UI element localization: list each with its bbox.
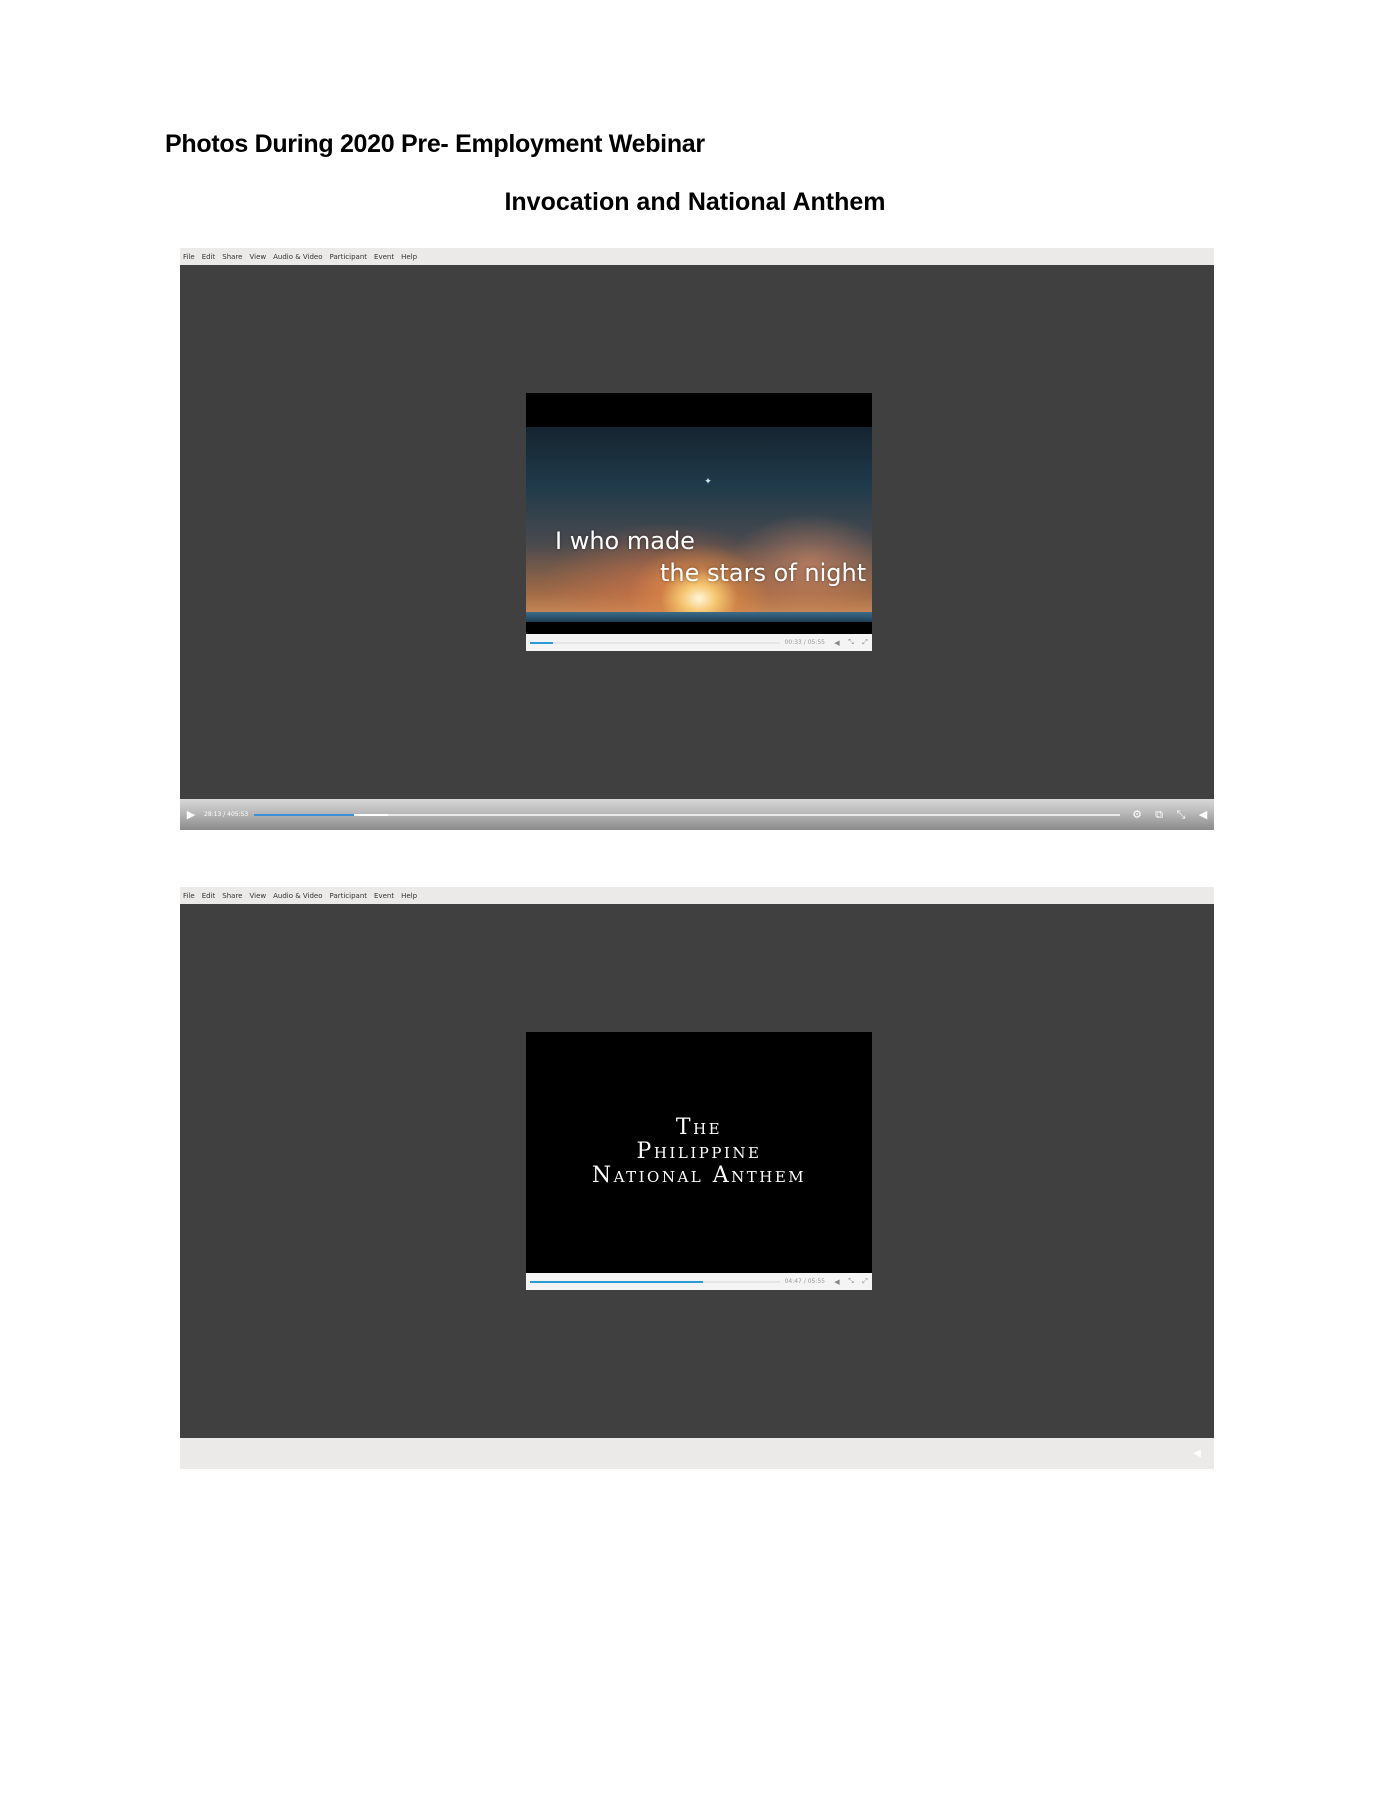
- menu-help[interactable]: Help: [401, 892, 417, 900]
- menu-view[interactable]: View: [249, 253, 266, 261]
- exit-fullscreen-icon[interactable]: ⤡: [844, 1277, 858, 1286]
- volume-icon[interactable]: ◀: [1186, 1448, 1208, 1459]
- recording-playback-bar: ▶ 28:13 / 405:53 ⚙ ⧉ ⤡ ◀: [180, 799, 1214, 830]
- anthem-title-card: The Philippine National Anthem: [526, 1116, 872, 1188]
- video-time: 04:47 / 05:55: [784, 1278, 825, 1285]
- play-icon[interactable]: ▶: [180, 808, 202, 821]
- menu-event[interactable]: Event: [374, 253, 394, 261]
- video-frame-starlight: ✦ I who made the stars of night: [526, 427, 872, 622]
- anthem-title-line-1: The: [675, 1115, 723, 1140]
- picture-in-picture-icon[interactable]: ⧉: [1148, 808, 1170, 822]
- recording-time: 28:13 / 405:53: [204, 811, 249, 818]
- menu-share[interactable]: Share: [222, 253, 242, 261]
- webinar-screenshot-invocation: File Edit Share View Audio & Video Parti…: [180, 248, 1214, 830]
- shared-video-player[interactable]: ✦ I who made the stars of night 00:33 / …: [526, 393, 872, 651]
- video-progress-fill: [530, 641, 553, 644]
- volume-icon[interactable]: ◀: [830, 1278, 844, 1286]
- document-subtitle: Invocation and National Anthem: [504, 188, 886, 216]
- video-progress-fill: [530, 1280, 703, 1283]
- recording-buffer: [353, 813, 389, 816]
- star-icon: ✦: [704, 476, 712, 486]
- expand-icon[interactable]: ⤢: [858, 1277, 872, 1286]
- menu-participant[interactable]: Participant: [330, 253, 367, 261]
- menu-bar: File Edit Share View Audio & Video Parti…: [180, 887, 1214, 904]
- menu-bar: File Edit Share View Audio & Video Parti…: [180, 248, 1214, 265]
- expand-icon[interactable]: ⤢: [858, 638, 872, 647]
- menu-edit[interactable]: Edit: [202, 253, 216, 261]
- document-title: Photos During 2020 Pre- Employment Webin…: [165, 130, 705, 158]
- recording-playback-bar: ◀: [180, 1438, 1214, 1469]
- menu-file[interactable]: File: [183, 253, 195, 261]
- exit-fullscreen-icon[interactable]: ⤡: [844, 638, 858, 647]
- lyric-line-2: the stars of night: [660, 559, 867, 587]
- exit-fullscreen-icon[interactable]: ⤡: [1170, 808, 1192, 822]
- video-progress-bar[interactable]: [530, 641, 780, 644]
- video-time: 00:33 / 05:55: [784, 639, 825, 646]
- recording-progress-fill: [254, 813, 354, 816]
- video-progress-bar[interactable]: [530, 1280, 780, 1283]
- horizon: [526, 612, 872, 622]
- menu-participant[interactable]: Participant: [330, 892, 367, 900]
- menu-audio-video[interactable]: Audio & Video: [273, 892, 322, 900]
- shared-video-player[interactable]: The Philippine National Anthem 04:47 / 0…: [526, 1032, 872, 1290]
- menu-view[interactable]: View: [249, 892, 266, 900]
- anthem-title-line-2: Philippine: [636, 1139, 762, 1164]
- menu-file[interactable]: File: [183, 892, 195, 900]
- volume-icon[interactable]: ◀: [1192, 808, 1214, 821]
- gear-icon[interactable]: ⚙: [1126, 808, 1148, 821]
- video-controls: 00:33 / 05:55 ◀ ⤡ ⤢: [526, 634, 872, 651]
- menu-event[interactable]: Event: [374, 892, 394, 900]
- webinar-screenshot-anthem: File Edit Share View Audio & Video Parti…: [180, 887, 1214, 1469]
- lyric-line-1: I who made: [555, 527, 695, 555]
- menu-share[interactable]: Share: [222, 892, 242, 900]
- menu-edit[interactable]: Edit: [202, 892, 216, 900]
- menu-audio-video[interactable]: Audio & Video: [273, 253, 322, 261]
- volume-icon[interactable]: ◀: [830, 639, 844, 647]
- menu-help[interactable]: Help: [401, 253, 417, 261]
- video-controls: 04:47 / 05:55 ◀ ⤡ ⤢: [526, 1273, 872, 1290]
- recording-progress-bar[interactable]: [254, 813, 1120, 816]
- anthem-title-line-3: National Anthem: [591, 1163, 807, 1188]
